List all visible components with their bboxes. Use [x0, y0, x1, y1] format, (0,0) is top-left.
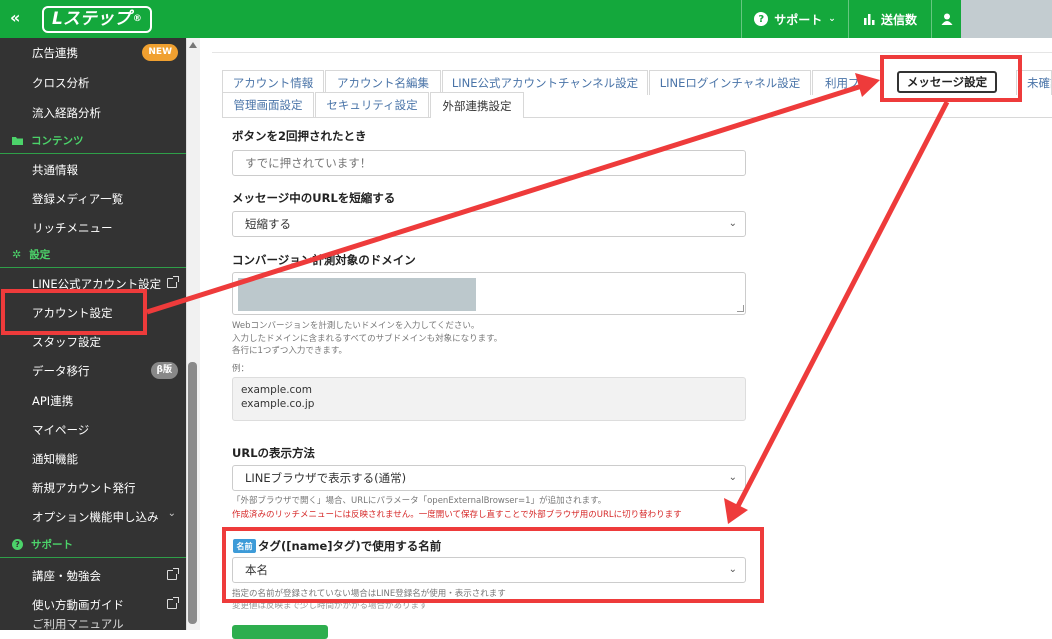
url-display-label: URLの表示方法 — [232, 446, 316, 460]
sidebar-item-label: 新規アカウント発行 — [32, 480, 136, 495]
sidebar-item-inflow-analysis[interactable]: 流入経路分析 — [0, 98, 186, 127]
sidebar-item-media-list[interactable]: 登録メディア一覧 — [0, 184, 186, 213]
resize-handle-icon[interactable] — [737, 305, 744, 312]
folder-icon — [12, 137, 23, 145]
external-link-icon — [167, 597, 179, 609]
sidebar-section-settings: ✲ 設定 — [0, 242, 186, 268]
sidebar-item-manual[interactable]: ご利用マニュアル — [0, 619, 186, 630]
tab-usage-plan[interactable]: 利用プ — [812, 70, 882, 95]
double-press-label: ボタンを2回押されたとき — [232, 129, 367, 143]
scroll-up-arrow-icon[interactable] — [189, 42, 197, 48]
sidebar-item-label: API連携 — [32, 393, 74, 408]
user-icon — [941, 13, 952, 25]
scrollbar-thumb[interactable] — [188, 362, 197, 624]
url-shorten-value: 短縮する — [245, 217, 291, 231]
url-display-warning: 作成済みのリッチメニューには反映されません。一度開いて保存し直すことで外部ブラウ… — [232, 510, 682, 520]
sidebar-item-cross-analysis[interactable]: クロス分析 — [0, 68, 186, 97]
arrow-line-to-name-tag — [735, 100, 950, 508]
sidebar-item-rich-menu[interactable]: リッチメニュー — [0, 213, 186, 242]
url-display-value: LINEブラウザで表示する(通常) — [245, 471, 407, 485]
user-menu-button[interactable] — [931, 0, 961, 38]
tab-line-login-channel[interactable]: LINEログインチャネル設定 — [649, 70, 811, 95]
sidebar-item-video-guide[interactable]: 使い方動画ガイド — [0, 590, 186, 619]
sidebar-section-label: 設定 — [29, 249, 51, 261]
tab-external-integration[interactable]: 外部連携設定 — [430, 92, 524, 118]
redacted-domain-value — [238, 278, 476, 311]
chevron-down-icon: ⌄ — [828, 14, 836, 24]
url-display-help: 「外部ブラウザで開く」場合、URLにパラメータ「openExternalBrow… — [232, 496, 607, 506]
tab-security-settings[interactable]: セキュリティ設定 — [315, 92, 429, 117]
sidebar-section-support: ? サポート — [0, 532, 186, 558]
sidebar-item-label: データ移行 — [32, 363, 90, 378]
collapse-sidebar-button[interactable]: « — [10, 8, 20, 27]
external-link-icon — [167, 568, 179, 580]
sidebar-item-label: オプション機能申し込み — [32, 509, 159, 524]
sidebar-item-label: クロス分析 — [32, 75, 90, 90]
sidebar-item-new-account[interactable]: 新規アカウント発行 — [0, 473, 186, 502]
sidebar-section-contents: コンテンツ — [0, 128, 186, 154]
url-display-select[interactable]: LINEブラウザで表示する(通常) ⌄ — [232, 465, 746, 491]
sidebar-item-data-migration[interactable]: データ移行 β版 — [0, 356, 186, 385]
sidebar-item-ad-integration[interactable]: 広告連携 NEW — [0, 38, 186, 67]
gear-icon: ✲ — [12, 248, 22, 261]
question-icon: ? — [12, 539, 23, 550]
sidebar-section-label: コンテンツ — [31, 135, 84, 147]
sidebar-item-label: 使い方動画ガイド — [32, 597, 124, 612]
highlight-account-settings — [1, 289, 147, 335]
sidebar-item-seminars[interactable]: 講座・勉強会 — [0, 561, 186, 590]
account-name-redacted — [961, 0, 1052, 38]
example-box: example.com example.co.jp — [232, 377, 746, 421]
bar-chart-icon — [863, 14, 875, 25]
sidebar-item-label: スタッフ設定 — [32, 334, 101, 349]
sent-count-label: 送信数 — [880, 12, 917, 27]
question-icon: ? — [754, 12, 769, 26]
sidebar-item-label: マイページ — [32, 422, 90, 437]
highlight-name-tag — [222, 527, 764, 603]
arrow-head-name-tag — [724, 498, 748, 524]
example-line: example.com — [241, 384, 312, 396]
new-badge: NEW — [142, 44, 178, 61]
sidebar-item-api[interactable]: API連携 — [0, 386, 186, 415]
chevron-down-icon: ⌄ — [167, 508, 176, 519]
chevron-down-icon: ⌄ — [728, 472, 737, 483]
sidebar-item-my-page[interactable]: マイページ — [0, 415, 186, 444]
logo-mark: ® — [132, 14, 142, 24]
logo[interactable]: Lステップ ® — [42, 6, 152, 33]
conversion-domain-label: コンバージョン計測対象のドメイン — [232, 253, 416, 267]
sidebar-item-label: 流入経路分析 — [32, 105, 101, 120]
sidebar-item-notifications[interactable]: 通知機能 — [0, 444, 186, 473]
top-bar: « Lステップ ® ? サポート ⌄ 送信数 — [0, 0, 1052, 38]
beta-badge: β版 — [150, 362, 178, 379]
sidebar-item-label: 共通情報 — [32, 162, 78, 177]
highlight-message-settings — [880, 55, 1022, 102]
help-line: 各行に1つずつ入力できます。 — [232, 346, 348, 356]
logo-text: Lステップ — [52, 9, 131, 29]
help-line: Webコンバージョンを計測したいドメインを入力してください。 — [232, 321, 480, 331]
sidebar-section-label: サポート — [31, 539, 73, 551]
sidebar-item-label: リッチメニュー — [32, 220, 113, 235]
sidebar-item-label: 登録メディア一覧 — [32, 191, 124, 206]
save-button[interactable] — [232, 625, 328, 639]
sidebar-item-common-info[interactable]: 共通情報 — [0, 155, 186, 184]
tab-admin-settings[interactable]: 管理画面設定 — [222, 92, 314, 117]
url-shorten-select[interactable]: 短縮する ⌄ — [232, 211, 746, 237]
example-line: example.co.jp — [241, 398, 315, 410]
sidebar-item-label: 広告連携 — [32, 45, 78, 60]
sidebar-item-label: 講座・勉強会 — [32, 568, 101, 583]
support-menu-button[interactable]: ? サポート ⌄ — [741, 0, 848, 38]
sidebar-item-label: 通知機能 — [32, 451, 78, 466]
conversion-help-text: Webコンバージョンを計測したいドメインを入力してください。 入力したドメインに… — [232, 320, 502, 358]
tab-underline — [222, 117, 1052, 118]
chevron-down-icon: ⌄ — [728, 218, 737, 229]
double-press-input[interactable] — [232, 150, 746, 176]
support-label: サポート — [774, 12, 823, 27]
url-shorten-label: メッセージ中のURLを短縮する — [232, 191, 396, 205]
external-link-icon — [167, 276, 179, 288]
content-divider — [212, 52, 1052, 53]
help-line: 入力したドメインに含まれるすべてのサブドメインも対象になります。 — [232, 333, 503, 344]
sent-count-button[interactable]: 送信数 — [848, 0, 931, 38]
example-label: 例： — [232, 364, 250, 374]
sidebar-item-label: ご利用マニュアル — [32, 619, 124, 630]
sidebar-item-option-apply[interactable]: オプション機能申し込み ⌄ — [0, 502, 186, 531]
